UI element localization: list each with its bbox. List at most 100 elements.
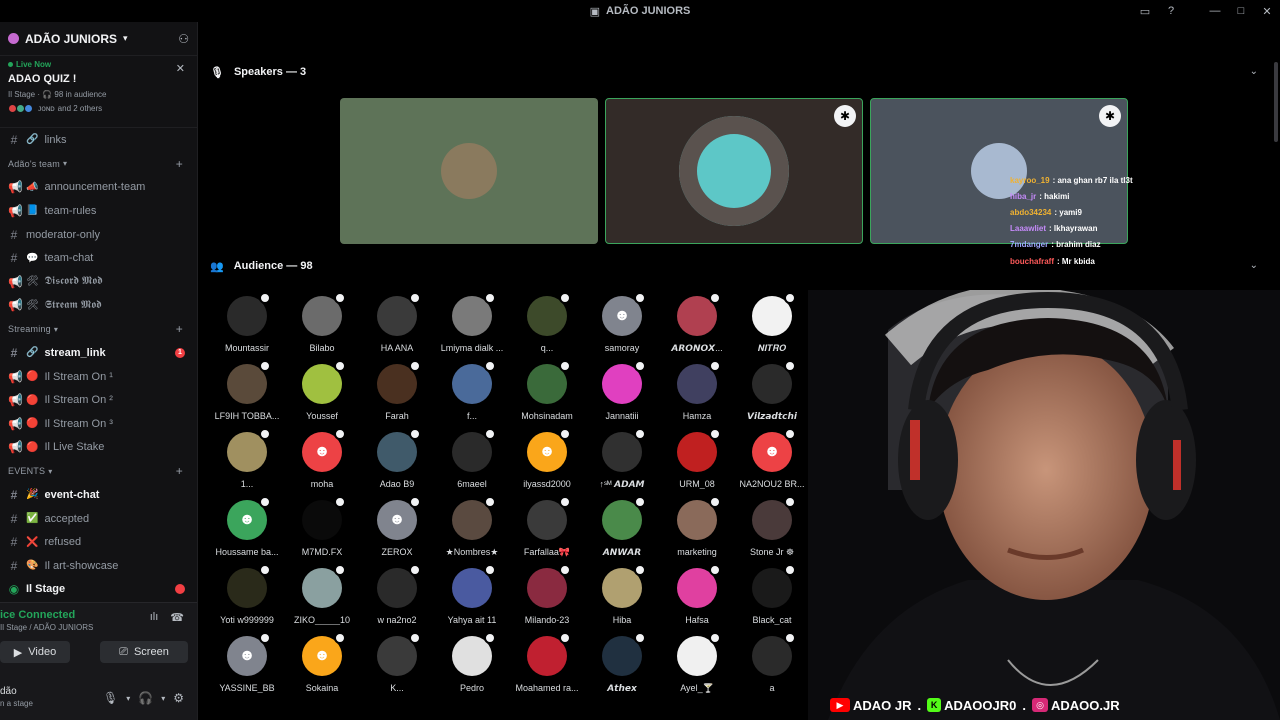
audience-member[interactable]: 𝙑𝙞𝙡𝙯𝙖𝙙𝙩𝙘𝙝𝙞: [735, 360, 809, 428]
settings-gear-icon[interactable]: ⚙: [173, 691, 184, 705]
inbox-icon[interactable]: ▭: [1132, 0, 1158, 22]
audience-member[interactable]: Yoti w999999: [210, 564, 284, 632]
audience-member[interactable]: Stone Jr ☸: [735, 496, 809, 564]
audience-member[interactable]: Bilabo: [285, 292, 359, 360]
speaker-tile[interactable]: ✱: [605, 98, 863, 244]
category-header[interactable]: Streaming ▾ +: [0, 317, 197, 341]
chevron-down-icon[interactable]: ⌄: [1250, 260, 1258, 271]
channel-item[interactable]: 📢 📣 announcement-team: [0, 176, 197, 200]
audience-member[interactable]: Jannatiii: [585, 360, 659, 428]
chevron-down-icon[interactable]: ⌄: [1250, 66, 1258, 77]
video-button[interactable]: ▶ Video: [0, 641, 70, 663]
audience-member[interactable]: ZIKO_____10: [285, 564, 359, 632]
channel-item[interactable]: 📢 🔴 Il Live Stake: [0, 436, 197, 460]
channel-item[interactable]: 📢 📘 team-rules: [0, 199, 197, 223]
audience-member[interactable]: ☻ Sokaina: [285, 632, 359, 700]
audience-member[interactable]: ☻ ilyassd2000: [510, 428, 584, 496]
add-channel-icon[interactable]: +: [176, 464, 183, 478]
audience-member[interactable]: Milando-23: [510, 564, 584, 632]
audience-member[interactable]: marketing: [660, 496, 734, 564]
invite-people-icon[interactable]: ⚇: [178, 32, 189, 46]
channel-item[interactable]: # 🔗 stream_link 1: [0, 341, 197, 365]
audience-member[interactable]: q...: [510, 292, 584, 360]
channel-item[interactable]: # 🎨 Il art-showcase: [0, 554, 197, 578]
audience-member[interactable]: Ayel_🍸: [660, 632, 734, 700]
audience-member[interactable]: Hafsa: [660, 564, 734, 632]
audience-member[interactable]: Adao B9: [360, 428, 434, 496]
maximize-button[interactable]: □: [1228, 0, 1254, 22]
audience-member[interactable]: 𝘼𝙍𝙊𝙉𝙊𝙓...: [660, 292, 734, 360]
close-icon[interactable]: ✕: [176, 62, 185, 75]
member-avatar: [227, 360, 271, 404]
mic-status-icon: [484, 360, 496, 372]
audience-member[interactable]: w na2no2: [360, 564, 434, 632]
audience-member[interactable]: ☻ moha: [285, 428, 359, 496]
category-header[interactable]: Adão's team ▾ +: [0, 152, 197, 176]
category-header[interactable]: EVENTS ▾ +: [0, 459, 197, 483]
audience-member[interactable]: ☻ NA2NOU2 BR...: [735, 428, 809, 496]
audience-member[interactable]: LF9IH TOBBA...: [210, 360, 284, 428]
add-channel-icon[interactable]: +: [176, 322, 183, 336]
audience-member[interactable]: ↑ˢᴹ 𝘼𝘿𝘼𝙈: [585, 428, 659, 496]
live-stage-card[interactable]: Live Now ADAO QUIZ ! Il Stage · 🎧 98 in …: [0, 56, 197, 128]
channel-item[interactable]: 📢 🛠 𝕯𝖎𝖘𝖈𝖔𝖗𝖉 𝕸𝖔𝖉: [0, 270, 197, 294]
audience-member[interactable]: HA ANA: [360, 292, 434, 360]
channel-item[interactable]: # 💬 team-chat: [0, 246, 197, 270]
audience-member[interactable]: Farfallaa🎀: [510, 496, 584, 564]
add-channel-icon[interactable]: +: [176, 157, 183, 171]
audience-member[interactable]: 𝘼𝙩𝙝𝙚𝙭: [585, 632, 659, 700]
screen-share-button[interactable]: ⎚ Screen: [100, 641, 188, 663]
audience-member[interactable]: f...: [435, 360, 509, 428]
audience-member[interactable]: Pedro: [435, 632, 509, 700]
audience-member[interactable]: a: [735, 632, 809, 700]
audience-member[interactable]: 6maeel: [435, 428, 509, 496]
channel-item[interactable]: # ✅ accepted: [0, 507, 197, 531]
channel-item[interactable]: # 🎉 event-chat: [0, 483, 197, 507]
audience-member[interactable]: M7MD.FX: [285, 496, 359, 564]
member-avatar: [377, 564, 421, 608]
audience-member[interactable]: 𝘼𝙉𝙒𝘼𝙍: [585, 496, 659, 564]
audience-member[interactable]: Lmiyma dialk ...: [435, 292, 509, 360]
audience-member[interactable]: K...: [360, 632, 434, 700]
audience-member[interactable]: Hamza: [660, 360, 734, 428]
channel-item[interactable]: 📢 🔴 Il Stream On ³: [0, 412, 197, 436]
audience-member[interactable]: URM_08: [660, 428, 734, 496]
audience-member[interactable]: Farah: [360, 360, 434, 428]
scrollbar[interactable]: [1274, 62, 1278, 142]
help-icon[interactable]: ?: [1158, 0, 1184, 22]
channel-item[interactable]: ◉ Il Stage: [0, 578, 197, 602]
audience-member[interactable]: Black_cat: [735, 564, 809, 632]
audience-member[interactable]: ☻ ZEROX: [360, 496, 434, 564]
close-window-button[interactable]: ✕: [1254, 0, 1280, 22]
audience-member[interactable]: ☻ samoray: [585, 292, 659, 360]
audience-member[interactable]: Moahamed ra...: [510, 632, 584, 700]
headphones-icon[interactable]: 🎧: [138, 691, 153, 705]
speaker-tile[interactable]: [340, 98, 598, 244]
member-name: q...: [540, 343, 554, 353]
channel-item[interactable]: # moderator-only: [0, 223, 197, 247]
audience-member[interactable]: ☻ YASSINE_BB: [210, 632, 284, 700]
disconnect-icon[interactable]: ☎: [170, 611, 184, 624]
audience-member[interactable]: Hiba: [585, 564, 659, 632]
audience-member[interactable]: Mountassir: [210, 292, 284, 360]
soundboard-icon[interactable]: ılı: [150, 611, 159, 624]
channel-item[interactable]: # 🔗 links: [0, 128, 197, 152]
channel-item[interactable]: # ❌ refused: [0, 530, 197, 554]
audience-member[interactable]: 1...: [210, 428, 284, 496]
audience-member[interactable]: ☻ Houssame ba...: [210, 496, 284, 564]
audience-member[interactable]: Youssef: [285, 360, 359, 428]
channel-item[interactable]: 📢 🔴 Il Stream On ¹: [0, 365, 197, 389]
chevron-down-icon[interactable]: ▾: [161, 694, 165, 703]
audience-member[interactable]: 𝑵𝑰𝑻𝑹𝑶: [735, 292, 809, 360]
user-info[interactable]: dão n a stage: [0, 686, 95, 710]
channel-item[interactable]: 📢 🛠 𝕾𝖙𝖗𝖊𝖆𝖒 𝕸𝖔𝖉: [0, 294, 197, 318]
channel-item[interactable]: 📢 🔴 Il Stream On ²: [0, 388, 197, 412]
server-name: ADÃO JUNIORS: [25, 31, 118, 46]
audience-member[interactable]: Yahya ait 11: [435, 564, 509, 632]
audience-member[interactable]: ★Nombres★: [435, 496, 509, 564]
chevron-down-icon[interactable]: ▾: [126, 694, 130, 703]
audience-member[interactable]: Mohsinadam: [510, 360, 584, 428]
minimize-button[interactable]: —: [1202, 0, 1228, 22]
server-header[interactable]: ADÃO JUNIORS ▾ ⚇: [0, 22, 197, 56]
microphone-icon[interactable]: 🎙: [103, 691, 118, 705]
